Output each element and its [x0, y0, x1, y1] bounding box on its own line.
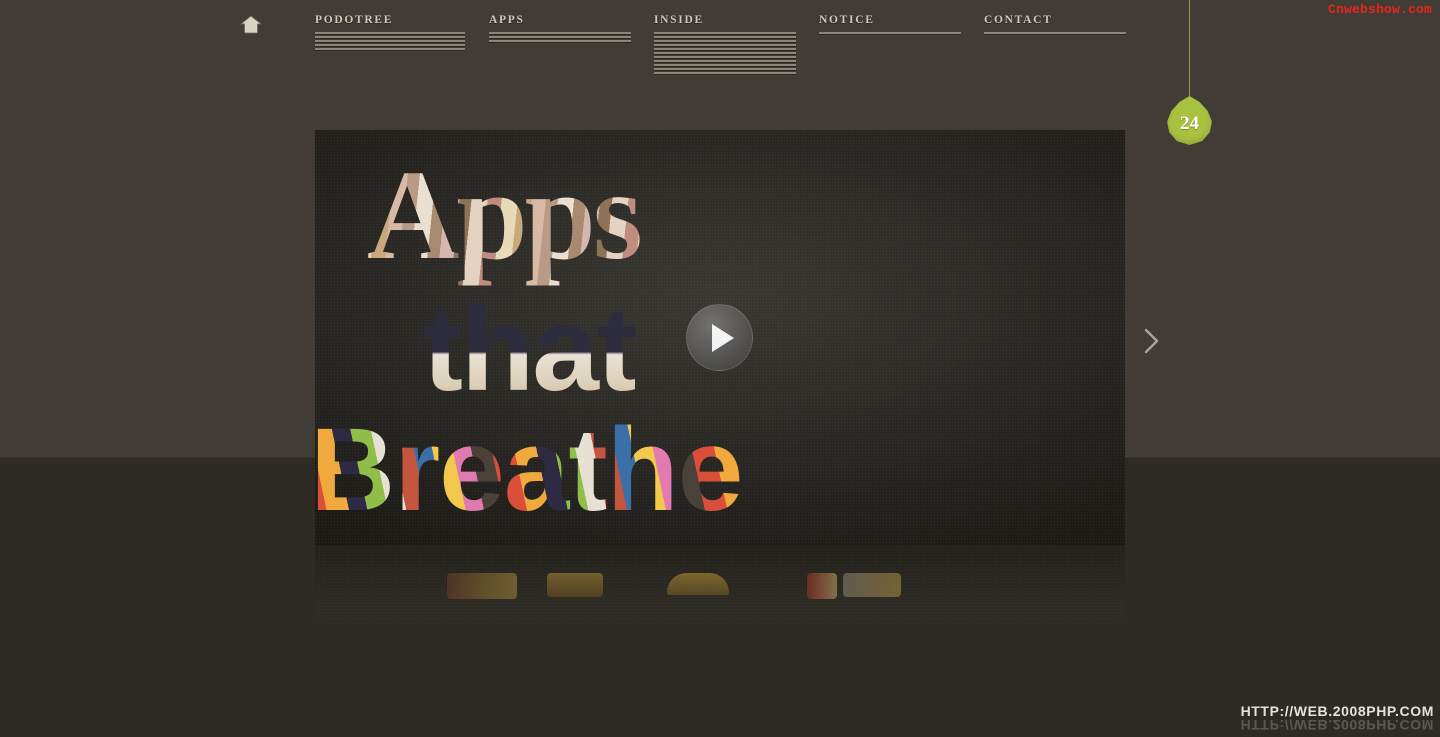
- preview-shape: [807, 573, 837, 599]
- nav-item-label: APPS: [489, 14, 525, 26]
- hero-word-apps: Apps: [367, 142, 643, 289]
- cnwebshow-mark: Cnwebshow.com: [1327, 2, 1432, 17]
- nav-item-stripes: [984, 32, 1126, 34]
- watermark-reflection: HTTP://WEB.2008PHP.COM: [1240, 717, 1434, 733]
- site-footer: podo tree Apps that Breathe facebook: [0, 612, 1440, 656]
- page-root: PODOTREE APPS INSIDE NOTICE CONTACT 24 Cnweb…: [0, 0, 1440, 737]
- notification-badge[interactable]: 24: [1167, 96, 1212, 145]
- nav-item-apps[interactable]: APPS: [489, 14, 631, 44]
- badge-count: 24: [1180, 112, 1199, 134]
- hero-word-breathe: Breathe: [315, 402, 743, 538]
- nav-item-stripes: [819, 32, 961, 34]
- next-slide-arrow[interactable]: [1138, 325, 1164, 357]
- nav-item-notice[interactable]: NOTICE: [819, 14, 961, 36]
- next-slide-preview[interactable]: [315, 545, 1125, 620]
- hero-word-that: that: [423, 282, 637, 416]
- badge-thread: [1189, 0, 1190, 100]
- nav-item-inside[interactable]: INSIDE: [654, 14, 796, 76]
- nav-item-label: INSIDE: [654, 14, 704, 26]
- watermark-text: HTTP://WEB.2008PHP.COM: [1240, 703, 1434, 719]
- home-icon[interactable]: [239, 15, 263, 35]
- preview-shape: [667, 573, 729, 595]
- nav-item-label: CONTACT: [984, 14, 1053, 26]
- nav-item-stripes: [654, 32, 796, 74]
- preview-shape: [843, 573, 901, 597]
- nav-item-podotree[interactable]: PODOTREE: [315, 14, 465, 52]
- nav-item-stripes: [489, 32, 631, 42]
- hero-slider[interactable]: Apps that Breathe: [315, 130, 1125, 545]
- preview-shape: [547, 573, 603, 597]
- nav-item-stripes: [315, 32, 465, 50]
- main-navigation: PODOTREE APPS INSIDE NOTICE CONTACT: [0, 0, 1440, 80]
- nav-item-contact[interactable]: CONTACT: [984, 14, 1126, 36]
- play-button[interactable]: [686, 304, 753, 371]
- play-triangle-icon: [711, 323, 734, 352]
- nav-item-label: NOTICE: [819, 14, 875, 26]
- preview-shape: [447, 573, 517, 599]
- nav-item-label: PODOTREE: [315, 14, 394, 26]
